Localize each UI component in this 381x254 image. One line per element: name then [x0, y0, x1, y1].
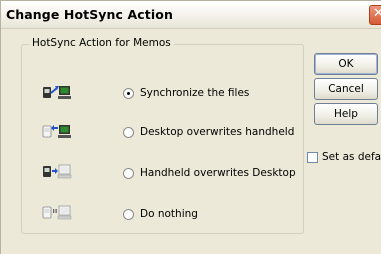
- radio-desktop-overwrites[interactable]: [123, 127, 134, 138]
- help-button[interactable]: Help: [314, 103, 378, 125]
- handheld-to-desktop-sync-icon: [43, 86, 71, 99]
- radio-do-nothing[interactable]: [123, 209, 134, 220]
- radio-handheld-overwrites[interactable]: [123, 168, 134, 179]
- close-button[interactable]: ✕: [369, 5, 381, 25]
- group-label: HotSync Action for Memos: [29, 37, 174, 49]
- change-hotsync-action-dialog: Change HotSync Action ✕ HotSync Action f…: [0, 0, 381, 254]
- do-nothing-icon: [42, 205, 72, 220]
- radio-synchronize[interactable]: [123, 88, 134, 99]
- title-bar[interactable]: Change HotSync Action ✕: [1, 1, 381, 29]
- close-icon: ✕: [373, 6, 381, 21]
- option-label-handheld-overwrites[interactable]: Handheld overwrites Desktop: [140, 167, 296, 179]
- option-label-desktop-overwrites[interactable]: Desktop overwrites handheld: [140, 126, 294, 138]
- ok-button[interactable]: OK: [314, 53, 378, 75]
- desktop-to-handheld-icon: [42, 125, 71, 138]
- handheld-to-desktop-icon: [43, 164, 72, 179]
- set-as-default-label[interactable]: Set as default: [322, 151, 381, 163]
- window-title: Change HotSync Action: [6, 7, 173, 22]
- cancel-button[interactable]: Cancel: [314, 78, 378, 100]
- set-as-default-checkbox[interactable]: [307, 152, 318, 163]
- option-label-do-nothing[interactable]: Do nothing: [140, 208, 198, 220]
- option-label-synchronize[interactable]: Synchronize the files: [140, 87, 249, 99]
